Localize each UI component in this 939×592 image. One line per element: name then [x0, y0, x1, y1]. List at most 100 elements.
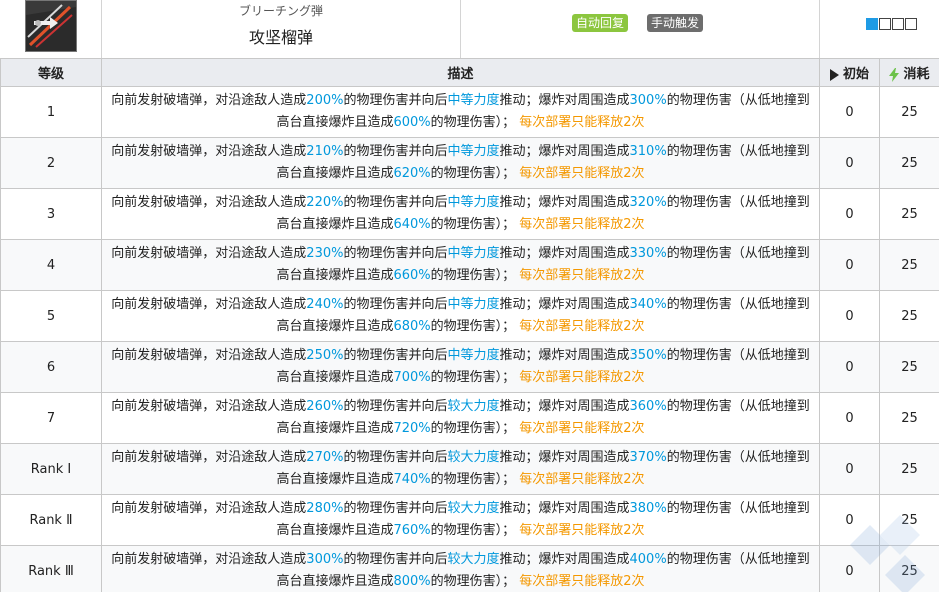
table-header-row: 等级 描述 初始 消耗 — [0, 58, 939, 87]
desc-p2: 的物理伤害并向后 — [343, 552, 448, 567]
initial-sp-cell: 0 — [819, 341, 880, 393]
level-cell: 1 — [0, 86, 102, 138]
skill-name-cn: 攻坚榴弹 — [248, 28, 313, 47]
desc-c: 720% — [393, 421, 431, 436]
desc-p1: 向前发射破墙弹，对沿途敌人造成 — [111, 297, 307, 312]
initial-sp-cell: 0 — [819, 188, 880, 240]
desc-p1: 向前发射破墙弹，对沿途敌人造成 — [111, 399, 307, 414]
desc-c: 640% — [393, 217, 431, 232]
sp-cost-cell: 25 — [879, 137, 939, 189]
desc-limit: 每次部署只能释放2次 — [519, 115, 645, 130]
initial-sp-cell: 0 — [819, 443, 880, 495]
desc-p1: 向前发射破墙弹，对沿途敌人造成 — [111, 195, 307, 210]
desc-limit: 每次部署只能释放2次 — [519, 421, 645, 436]
desc-limit: 每次部署只能释放2次 — [519, 523, 645, 538]
description-header: 描述 — [101, 58, 820, 87]
desc-limit: 每次部署只能释放2次 — [519, 319, 645, 334]
table-row: 7 向前发射破墙弹，对沿途敌人造成260%的物理伤害并向后较大力度推动；爆炸对周围… — [0, 392, 939, 444]
initial-sp-cell: 0 — [819, 494, 880, 546]
desc-force: 较大力度 — [447, 399, 500, 414]
desc-b: 370% — [629, 450, 667, 465]
level-cell: 7 — [0, 392, 102, 444]
desc-p3: 推动；爆炸对周围造成 — [499, 195, 630, 210]
desc-c: 760% — [393, 523, 431, 538]
initial-label: 初始 — [842, 67, 869, 82]
desc-p2: 的物理伤害并向后 — [343, 297, 448, 312]
desc-p3: 推动；爆炸对周围造成 — [499, 450, 630, 465]
sp-indicator — [820, 0, 939, 58]
desc-c: 600% — [393, 115, 431, 130]
desc-p1: 向前发射破墙弹，对沿途敌人造成 — [111, 501, 307, 516]
auto-recovery-tag: 自动回复 — [572, 14, 629, 32]
desc-p3: 推动；爆炸对周围造成 — [499, 297, 630, 312]
level-cell: Rank Ⅰ — [0, 443, 102, 495]
desc-c: 740% — [393, 472, 431, 487]
desc-a: 280% — [306, 501, 344, 516]
desc-p1: 向前发射破墙弹，对沿途敌人造成 — [111, 246, 307, 261]
skill-icon-cell — [0, 0, 102, 58]
desc-force: 中等力度 — [447, 195, 500, 210]
skill-page: ブリーチング弾 攻坚榴弹 自动回复 手动触发 等级 描述 初始 消耗 1 向前发… — [0, 0, 939, 592]
lightning-icon — [889, 67, 900, 82]
level-cell: 2 — [0, 137, 102, 189]
desc-p5: 的物理伤害）； — [430, 421, 516, 436]
desc-b: 360% — [629, 399, 667, 414]
level-cell: 5 — [0, 290, 102, 342]
sp-cost-cell: 25 — [879, 443, 939, 495]
description-cell: 向前发射破墙弹，对沿途敌人造成240%的物理伤害并向后中等力度推动；爆炸对周围造… — [101, 290, 820, 342]
desc-a: 240% — [306, 297, 344, 312]
desc-p3: 推动；爆炸对周围造成 — [499, 348, 630, 363]
play-icon — [829, 68, 839, 81]
sp-square — [866, 18, 878, 30]
level-cell: Rank Ⅱ — [0, 494, 102, 546]
desc-limit: 每次部署只能释放2次 — [519, 268, 645, 283]
desc-p5: 的物理伤害）； — [430, 523, 516, 538]
desc-p2: 的物理伤害并向后 — [343, 450, 448, 465]
description-cell: 向前发射破墙弹，对沿途敌人造成230%的物理伤害并向后中等力度推动；爆炸对周围造… — [101, 239, 820, 291]
desc-force: 较大力度 — [447, 450, 500, 465]
desc-b: 340% — [629, 297, 667, 312]
desc-b: 330% — [629, 246, 667, 261]
sp-cost-cell: 25 — [879, 392, 939, 444]
desc-limit: 每次部署只能释放2次 — [519, 370, 645, 385]
desc-limit: 每次部署只能释放2次 — [519, 166, 645, 181]
skill-tag-cell: 自动回复 手动触发 — [461, 0, 820, 58]
desc-force: 中等力度 — [447, 246, 500, 261]
level-cell: Rank Ⅲ — [0, 545, 102, 592]
desc-p2: 的物理伤害并向后 — [343, 144, 448, 159]
desc-p2: 的物理伤害并向后 — [343, 348, 448, 363]
desc-b: 380% — [629, 501, 667, 516]
initial-sp-cell: 0 — [819, 137, 880, 189]
sp-cost-cell: 25 — [879, 239, 939, 291]
initial-sp-cell: 0 — [819, 86, 880, 138]
desc-p5: 的物理伤害）； — [430, 472, 516, 487]
desc-p3: 推动；爆炸对周围造成 — [499, 93, 630, 108]
skill-header: ブリーチング弾 攻坚榴弹 自动回复 手动触发 — [0, 0, 939, 59]
sp-cost-cell: 25 — [879, 188, 939, 240]
table-row: Rank Ⅲ 向前发射破墙弹，对沿途敌人造成300%的物理伤害并向后较大力度推动；… — [0, 545, 939, 592]
desc-p5: 的物理伤害）； — [430, 574, 516, 589]
description-cell: 向前发射破墙弹，对沿途敌人造成270%的物理伤害并向后较大力度推动；爆炸对周围造… — [101, 443, 820, 495]
level-cell: 4 — [0, 239, 102, 291]
level-cell: 3 — [0, 188, 102, 240]
desc-b: 350% — [629, 348, 667, 363]
sp-cost-cell: 25 — [879, 290, 939, 342]
desc-c: 620% — [393, 166, 431, 181]
level-cell: 6 — [0, 341, 102, 393]
desc-a: 220% — [306, 195, 344, 210]
desc-p1: 向前发射破墙弹，对沿途敌人造成 — [111, 348, 307, 363]
initial-sp-cell: 0 — [819, 290, 880, 342]
description-cell: 向前发射破墙弹，对沿途敌人造成300%的物理伤害并向后较大力度推动；爆炸对周围造… — [101, 545, 820, 592]
desc-a: 200% — [306, 93, 344, 108]
desc-a: 260% — [306, 399, 344, 414]
table-row: 4 向前发射破墙弹，对沿途敌人造成230%的物理伤害并向后中等力度推动；爆炸对周围… — [0, 239, 939, 291]
initial-sp-cell: 0 — [819, 239, 880, 291]
desc-b: 300% — [629, 93, 667, 108]
desc-p3: 推动；爆炸对周围造成 — [499, 501, 630, 516]
description-cell: 向前发射破墙弹，对沿途敌人造成280%的物理伤害并向后较大力度推动；爆炸对周围造… — [101, 494, 820, 546]
desc-b: 400% — [629, 552, 667, 567]
skill-level-table: 等级 描述 初始 消耗 1 向前发射破墙弹，对沿途敌人造成 200% 的物理伤害并向后… — [0, 58, 939, 592]
desc-p5: 的物理伤害）； — [430, 370, 516, 385]
desc-p1: 向前发射破墙弹，对沿途敌人造成 — [111, 450, 307, 465]
desc-p5: 的物理伤害）； — [430, 319, 516, 334]
